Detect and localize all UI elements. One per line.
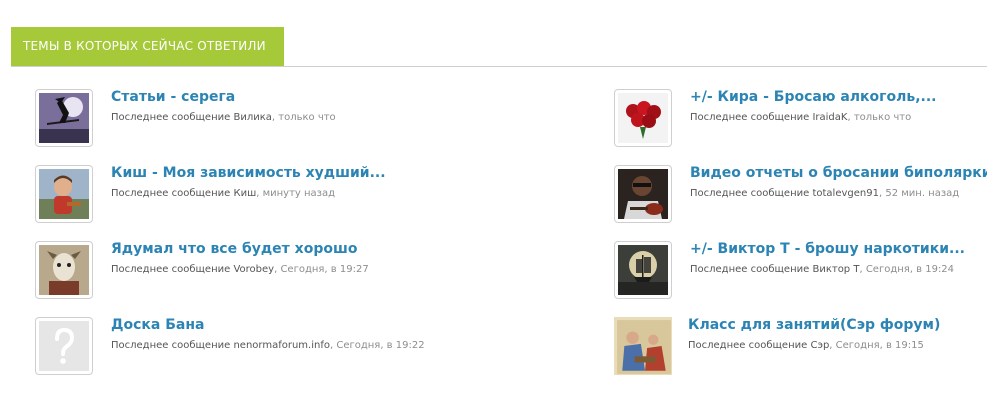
topic-last-post: Последнее сообщение IraidaK, только что	[690, 112, 912, 123]
last-post-label: Последнее сообщение	[690, 264, 810, 275]
animal-avatar[interactable]	[35, 241, 93, 299]
topic-last-post: Последнее сообщение nenormaforum.info, С…	[111, 340, 425, 351]
last-post-time: Сегодня, в 19:15	[835, 340, 924, 351]
last-post-time: минуту назад	[262, 188, 336, 199]
topic-last-post: Последнее сообщение Вилика, только что	[111, 112, 336, 123]
last-post-label: Последнее сообщение	[690, 112, 810, 123]
last-post-time: Сегодня, в 19:27	[280, 264, 369, 275]
topic-last-post: Последнее сообщение Виктор Т, Сегодня, в…	[690, 264, 955, 275]
topic-title-link[interactable]: Статьи - серега	[111, 89, 235, 105]
section-header-tab: ТЕМЫ В КОТОРЫХ СЕЙЧАС ОТВЕТИЛИ	[11, 27, 284, 66]
painting-avatar[interactable]	[614, 317, 672, 375]
last-post-time: Сегодня, в 19:24	[865, 264, 955, 275]
topic-title-link[interactable]: Киш - Моя зависимость худший...	[111, 165, 386, 181]
last-post-author[interactable]: Киш	[233, 188, 256, 199]
topic-title-link[interactable]: +/- Виктор Т - брошу наркотики...	[690, 241, 965, 257]
topic-last-post: Последнее сообщение Киш, минуту назад	[111, 188, 336, 199]
section-divider	[11, 66, 987, 67]
last-post-label: Последнее сообщение	[690, 188, 810, 199]
last-post-time: только что	[278, 112, 336, 123]
last-post-author[interactable]: Сэр	[810, 340, 829, 351]
last-post-author[interactable]: nenormaforum.info	[233, 340, 330, 351]
topic-title-link[interactable]: Доска Бана	[111, 317, 204, 333]
last-post-author[interactable]: totalevgen91	[812, 188, 879, 199]
last-post-time: 52 мин. назад	[885, 188, 960, 199]
topic-title-link[interactable]: Ядумал что все будет хорошо	[111, 241, 357, 257]
roses-avatar[interactable]	[614, 89, 672, 147]
ship-avatar[interactable]	[614, 241, 672, 299]
last-post-time: Сегодня, в 19:22	[336, 340, 425, 351]
guitarist-avatar[interactable]	[614, 165, 672, 223]
last-post-label: Последнее сообщение	[688, 340, 808, 351]
last-post-author[interactable]: Вилика	[233, 112, 271, 123]
topic-last-post: Последнее сообщение Сэр, Сегодня, в 19:1…	[688, 340, 924, 351]
last-post-author[interactable]: Vorobey	[233, 264, 274, 275]
child-avatar[interactable]	[35, 165, 93, 223]
topic-last-post: Последнее сообщение totalevgen91, 52 мин…	[690, 188, 960, 199]
topic-last-post: Последнее сообщение Vorobey, Сегодня, в …	[111, 264, 369, 275]
last-post-label: Последнее сообщение	[111, 340, 231, 351]
question-avatar[interactable]	[35, 317, 93, 375]
last-post-author[interactable]: IraidaK	[812, 112, 847, 123]
last-post-label: Последнее сообщение	[111, 188, 231, 199]
last-post-label: Последнее сообщение	[111, 112, 231, 123]
last-post-author[interactable]: Виктор Т	[812, 264, 859, 275]
last-post-time: только что	[853, 112, 912, 123]
witch-avatar[interactable]	[35, 89, 93, 147]
topic-title-link[interactable]: Видео отчеты о бросании биполярки	[690, 165, 987, 181]
topic-title-link[interactable]: +/- Кира - Бросаю алкоголь,...	[690, 89, 936, 105]
last-post-label: Последнее сообщение	[111, 264, 231, 275]
topic-title-link[interactable]: Класс для занятий(Сэр форум)	[688, 317, 940, 333]
